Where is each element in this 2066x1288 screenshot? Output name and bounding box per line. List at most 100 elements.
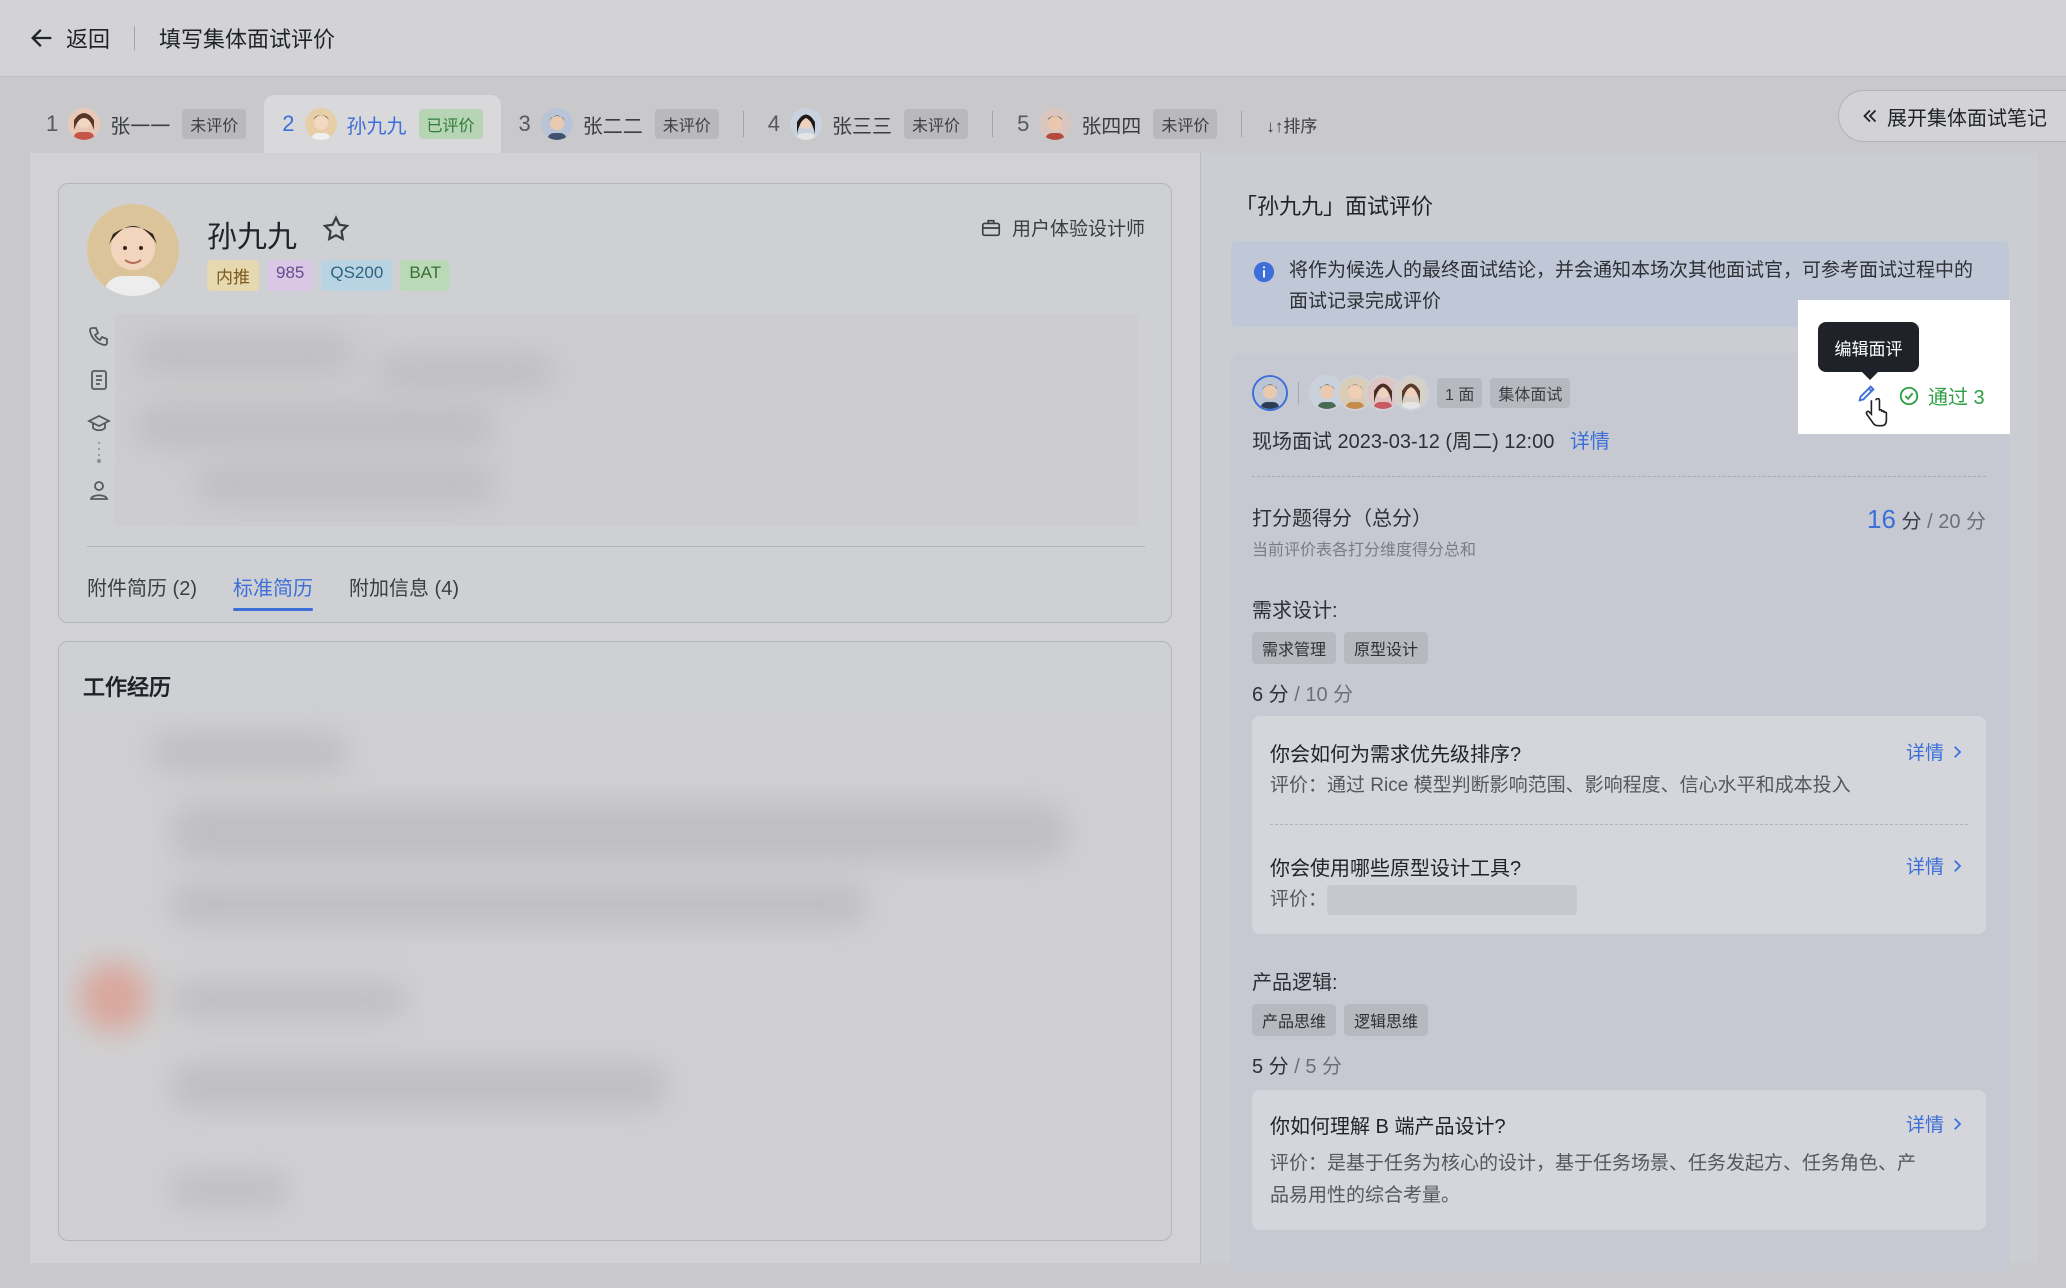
question-list: 你如何理解 B 端产品设计? 详情 评价：是基于任务为核心的设计，基于任务场景、… [1252, 1090, 1986, 1230]
avatar [1393, 375, 1429, 411]
section-score-max: / 5 分 [1294, 1056, 1343, 1078]
section-score-value: 5 分 [1252, 1056, 1289, 1078]
meeting-info: 现场面试 2023-03-12 (周二) 12:00 详情 [1252, 425, 1610, 454]
tab-index: 4 [767, 111, 781, 136]
result-label: 通过 3 [1928, 387, 1985, 409]
question-evaluation: 评价：是基于任务为核心的设计，基于任务场景、任务发起方、任务角色、产 品易用性的… [1270, 1148, 1916, 1212]
expand-notes-button[interactable]: 展开集体面试笔记 [1838, 90, 2066, 142]
meeting-text: 现场面试 2023-03-12 (周二) 12:00 [1252, 431, 1555, 453]
top-bar: 返回 填写集体面试评价 [0, 0, 2066, 77]
tab-index: 1 [46, 111, 59, 136]
job-title: 用户体验设计师 [980, 214, 1145, 241]
avatar [68, 108, 101, 140]
tab-candidate-3[interactable]: 3 张二二 未评价 [501, 95, 737, 153]
phone-icon [89, 327, 108, 346]
tab-divider [742, 111, 744, 137]
avatar [1039, 108, 1072, 140]
score-max: / 20 分 [1927, 511, 1986, 533]
section-label: 需求设计: [1252, 600, 1338, 622]
divider [1252, 476, 1986, 477]
tab-index: 3 [518, 111, 531, 136]
question-text: 你如何理解 B 端产品设计? [1270, 1116, 1506, 1138]
meeting-detail-link[interactable]: 详情 [1570, 431, 1610, 453]
dimension-tag: 产品思维 [1252, 1004, 1337, 1036]
tag-qs200: QS200 [321, 260, 393, 291]
score-value: 16 [1867, 504, 1896, 534]
divider [87, 546, 1145, 547]
status-badge: 未评价 [904, 109, 969, 139]
job-label: 用户体验设计师 [1011, 219, 1145, 240]
user-icon [89, 481, 109, 500]
avatar [304, 108, 337, 140]
section-score: 6 分 / 10 分 [1252, 678, 1353, 707]
type-chip: 集体面试 [1490, 378, 1571, 408]
dimension-tag: 需求管理 [1252, 632, 1337, 664]
section-tags: 产品思维 逻辑思维 [1252, 1004, 1429, 1036]
candidate-tabs: 1 张一一 未评价 2 孙九九 已评价 3 张二二 未评价 4 张三三 未评价 … [28, 95, 1317, 153]
tag-referral: 内推 [207, 260, 259, 291]
tab-candidate-5[interactable]: 5 张四四 未评价 [999, 95, 1235, 153]
detail-label: 详情 [1905, 857, 1944, 878]
candidate-card: 孙九九 内推 985 QS200 BAT 用户体验设计师 附件简历 (2) 标准… [58, 183, 1172, 623]
tab-additional-info[interactable]: 附加信息 (4) [349, 572, 459, 601]
hand-cursor-icon [1865, 398, 1888, 427]
result-pass: 通过 3 [1898, 381, 1985, 410]
sort-button[interactable]: ↓↑排序 [1266, 112, 1317, 137]
back-label: 返回 [66, 27, 111, 52]
education-icon [87, 414, 111, 432]
tab-name: 孙九九 [346, 115, 407, 138]
question-detail-link[interactable]: 详情 [1906, 852, 1966, 879]
status-badge: 未评价 [182, 109, 247, 139]
work-experience-card: 工作经历 [58, 641, 1172, 1241]
tab-index: 2 [282, 111, 295, 136]
evaluation-line: 品易用性的综合考量。 [1270, 1185, 1461, 1206]
avatar [790, 108, 823, 140]
tab-divider [992, 111, 994, 137]
interviewers-row: 1 面 集体面试 [1252, 375, 1571, 411]
score-unit: 分 [1901, 511, 1922, 533]
tab-name: 张三三 [832, 115, 893, 138]
status-badge: 未评价 [1153, 109, 1218, 139]
evaluation-title: 「孙九九」面试评价 [1235, 194, 1434, 219]
tag-bat: BAT [400, 260, 451, 291]
info-icons [87, 324, 111, 502]
check-circle-icon [1899, 386, 1919, 405]
resume-subtabs: 附件简历 (2) 标准简历 附加信息 (4) [87, 572, 459, 611]
candidate-avatar [87, 204, 179, 296]
candidate-name: 孙九九 [207, 221, 297, 254]
tab-attachments[interactable]: 附件简历 (2) [87, 572, 197, 601]
header-divider [134, 26, 136, 50]
tab-candidate-2[interactable]: 2 孙九九 已评价 [264, 95, 501, 153]
back-button[interactable]: 返回 [28, 22, 110, 54]
dimension-tag: 原型设计 [1344, 632, 1429, 664]
score-hint: 当前评价表各打分维度得分总和 [1252, 542, 1477, 559]
blurred-contact-info [115, 314, 1139, 526]
candidate-panel: 孙九九 内推 985 QS200 BAT 用户体验设计师 附件简历 (2) 标准… [30, 153, 1200, 1263]
document-icon [91, 370, 107, 390]
question-evaluation: 评价： [1270, 884, 1578, 916]
section-score: 5 分 / 5 分 [1252, 1050, 1342, 1079]
question-text: 你会使用哪些原型设计工具? [1270, 858, 1522, 880]
tab-standard-resume[interactable]: 标准简历 [233, 572, 313, 611]
question-text: 你会如何为需求优先级排序? [1270, 744, 1522, 766]
question-evaluation: 评价：通过 Rice 模型判断影响范围、影响程度、信心水平和成本投入 [1270, 775, 1851, 796]
avatar [540, 108, 573, 140]
section-score-max: / 10 分 [1294, 684, 1354, 706]
tab-candidate-4[interactable]: 4 张三三 未评价 [750, 95, 986, 153]
page-title: 填写集体面试评价 [159, 27, 336, 52]
star-icon[interactable] [321, 214, 351, 244]
blurred-evaluation [1327, 884, 1578, 915]
tab-candidate-1[interactable]: 1 张一一 未评价 [28, 95, 264, 153]
info-icon [1253, 261, 1275, 283]
question-list: 你会如何为需求优先级排序? 详情 评价：通过 Rice 模型判断影响范围、影响程… [1252, 716, 1986, 934]
edit-tooltip: 编辑面评 [1818, 322, 1919, 380]
question-detail-link[interactable]: 详情 [1906, 738, 1966, 765]
avatar [1252, 375, 1288, 411]
sort-label: ↓↑排序 [1266, 116, 1318, 136]
status-badge: 已评价 [418, 109, 483, 139]
tab-divider [1241, 111, 1243, 137]
divider [1270, 824, 1968, 825]
round-chip: 1 面 [1437, 378, 1483, 408]
candidate-tags: 内推 985 QS200 BAT [207, 260, 451, 291]
question-detail-link[interactable]: 详情 [1906, 1110, 1966, 1137]
